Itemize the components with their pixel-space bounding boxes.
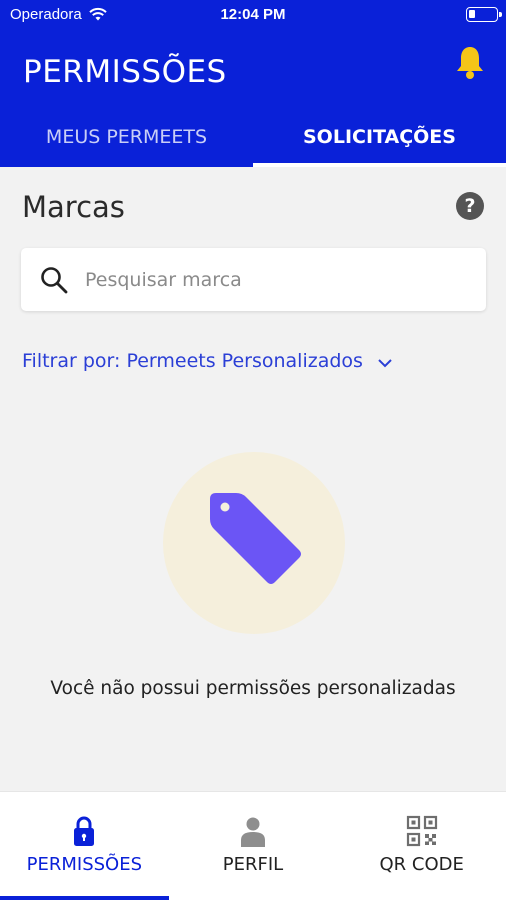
tab-bar: MEUS PERMEETS SOLICITAÇÕES [0,112,506,167]
nav-label: QR CODE [379,854,464,875]
search-bar [21,248,486,311]
filter-label: Filtrar por: Permeets Personalizados [22,350,363,372]
person-icon [241,817,265,847]
battery-icon [466,7,502,22]
section-title: Marcas [22,190,125,224]
page-title: PERMISSÕES [23,54,227,90]
app-header: Operadora 12:04 PM PERMISSÕES MEUS PERME… [0,0,506,167]
tab-meus-permeets[interactable]: MEUS PERMEETS [0,112,253,167]
bottom-navigation: PERMISSÕES PERFIL QR CODE [0,791,506,900]
chevron-down-icon [378,358,392,367]
search-icon [41,266,68,293]
bell-icon[interactable] [455,44,485,80]
nav-label: PERMISSÕES [26,854,143,875]
lock-icon [74,816,95,846]
search-input[interactable] [85,268,465,291]
status-bar: Operadora 12:04 PM [0,0,506,30]
status-time: 12:04 PM [220,6,286,23]
qr-code-icon [406,815,437,847]
nav-item-permissoes[interactable]: PERMISSÕES [0,792,169,900]
nav-item-qr-code[interactable]: QR CODE [337,792,506,900]
tag-icon [210,493,301,584]
nav-item-perfil[interactable]: PERFIL [169,792,338,900]
help-icon[interactable]: ? [456,192,484,220]
nav-label: PERFIL [222,854,284,875]
filter-dropdown[interactable]: Filtrar por: Permeets Personalizados [22,350,393,372]
empty-state-message: Você não possui permissões personalizada… [50,678,456,699]
tab-solicitacoes[interactable]: SOLICITAÇÕES [253,112,506,167]
